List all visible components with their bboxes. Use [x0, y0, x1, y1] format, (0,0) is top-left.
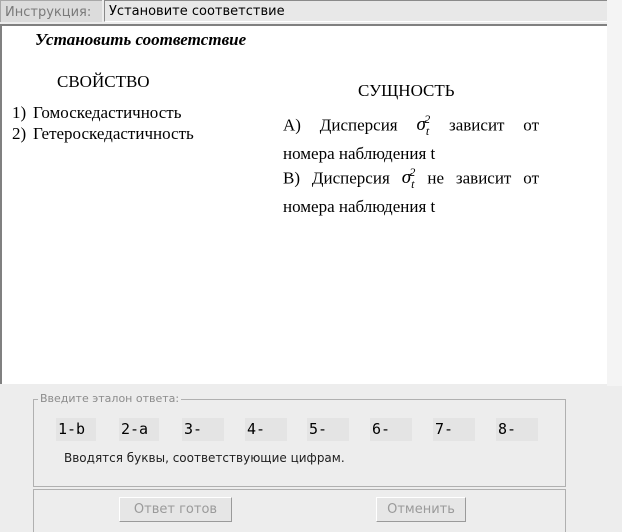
- task-title: Установить соответствие: [35, 30, 247, 49]
- answer-slot-1[interactable]: 1-b: [56, 418, 96, 441]
- essence-heading: СУЩНОСТЬ: [358, 81, 455, 100]
- property-heading: СВОЙСТВО: [57, 72, 150, 91]
- property-text: Гетероскедастичность: [33, 124, 194, 143]
- essence-prefix: А): [283, 115, 301, 135]
- essence-text: Дисперсия: [311, 168, 390, 188]
- essence-prefix: В): [283, 168, 300, 188]
- answer-slot-3[interactable]: 3-: [182, 418, 224, 441]
- answer-slot-7[interactable]: 7-: [433, 418, 475, 441]
- answer-slot-8[interactable]: 8-: [496, 418, 538, 441]
- cancel-button[interactable]: Отменить: [376, 497, 466, 522]
- essence-item: А) Дисперсия σt2 зависит от номера наблю…: [283, 106, 539, 164]
- essence-text: зависит от: [449, 115, 540, 135]
- answer-slot-4[interactable]: 4-: [245, 418, 287, 441]
- scroll-strip: [607, 0, 622, 386]
- essence-line: В) Дисперсия σt2 не зависит от: [283, 159, 539, 197]
- answer-ready-button[interactable]: Ответ готов: [119, 497, 232, 522]
- property-number: 2): [12, 124, 27, 143]
- answer-group: [33, 399, 566, 487]
- property-item: 2) Гетероскедастичность: [12, 124, 194, 144]
- essence-line2: номера наблюдения t: [283, 197, 436, 217]
- answer-hint: Вводятся буквы, соответствующие цифрам.: [64, 451, 345, 465]
- essence-text: не зависит от: [427, 168, 539, 188]
- property-text: Гомоскедастичность: [33, 103, 182, 122]
- answer-slot-6[interactable]: 6-: [370, 418, 412, 441]
- answer-slot-5[interactable]: 5-: [307, 418, 349, 441]
- sigma-symbol: σt2: [416, 112, 431, 139]
- answer-legend: Введите эталон ответа:: [38, 392, 182, 405]
- essence-item: В) Дисперсия σt2 не зависит от номера на…: [283, 159, 539, 217]
- essence-line: А) Дисперсия σt2 зависит от: [283, 106, 539, 144]
- sigma-symbol: σt2: [401, 165, 416, 192]
- property-number: 1): [12, 103, 27, 122]
- instruction-label: Инструкция:: [0, 0, 102, 22]
- button-group: [33, 489, 566, 532]
- essence-text: Дисперсия: [319, 115, 398, 135]
- property-item: 1) Гомоскедастичность: [12, 103, 181, 123]
- answer-slot-2[interactable]: 2-a: [119, 418, 159, 441]
- instruction-field: Установите соответствие: [104, 0, 608, 22]
